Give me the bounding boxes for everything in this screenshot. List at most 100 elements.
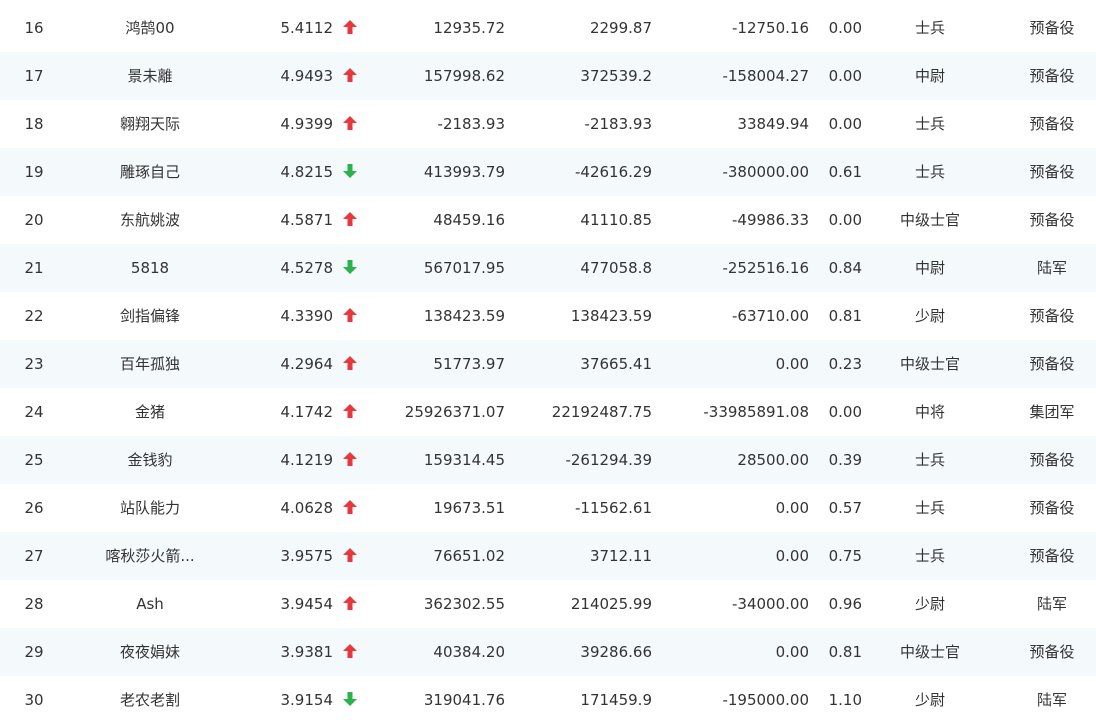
value-3-cell: -12750.16 [732,19,809,37]
rank-cell: 20 [24,211,44,229]
arrow-up-icon [341,100,359,148]
score-cell: 3.9381 [280,643,334,661]
user-name-cell: 金猪 [134,403,165,421]
military-rank-cell: 士兵 [914,547,945,565]
rank-cell: 22 [24,307,44,325]
value-1-cell: 413993.79 [423,163,505,181]
table-row[interactable]: 18 翱翔天际 4.9399 -2183.93 -2183.93 33849.94 0.00… [0,100,1096,148]
table-row[interactable]: 24 金猪 4.1742 25926371.07 22192487.75 -3398589… [0,388,1096,436]
table-row[interactable]: 22 剑指偏锋 4.3390 138423.59 138423.59 -63710.00 0… [0,292,1096,340]
value-2-cell: -42616.29 [575,163,652,181]
unit-cell: 预备役 [1029,211,1075,229]
ratio-cell: 0.00 [828,67,862,85]
ratio-cell: 0.81 [828,643,862,661]
arrow-up-icon [341,52,359,100]
table-row[interactable]: 23 百年孤独 4.2964 51773.97 37665.41 0.00 0.23 中级士官… [0,340,1096,388]
value-1-cell: 159314.45 [423,451,505,469]
arrow-up-icon [341,292,359,340]
table-row[interactable]: 28 Ash 3.9454 362302.55 214025.99 -34000.00 0.… [0,580,1096,628]
score-cell: 4.5278 [280,259,334,277]
user-name-cell: 老农老割 [119,691,180,709]
table-row[interactable]: 21 5818 4.5278 567017.95 477058.8 -252516.16 0… [0,244,1096,292]
unit-cell: 预备役 [1029,643,1075,661]
score-cell: 4.9493 [280,67,334,85]
unit-cell: 陆军 [1036,259,1067,277]
table-row[interactable]: 29 夜夜娟妹 3.9381 40384.20 39286.66 0.00 0.81 中级士官… [0,628,1096,676]
military-rank-cell: 中级士官 [899,643,960,661]
arrow-up-icon [341,388,359,436]
table-row[interactable]: 16 鸿鹄00 5.4112 12935.72 2299.87 -12750.16 0.00… [0,4,1096,52]
arrow-up-icon [341,436,359,484]
value-3-cell: 0.00 [775,499,809,517]
rank-cell: 25 [24,451,44,469]
arrow-up-icon [341,340,359,388]
military-rank-cell: 士兵 [914,163,945,181]
arrow-up-icon [341,196,359,244]
user-name-cell: 站队能力 [119,499,180,517]
score-cell: 4.9399 [280,115,334,133]
value-3-cell: 0.00 [775,643,809,661]
ratio-cell: 0.75 [828,547,862,565]
ratio-cell: 0.00 [828,115,862,133]
table-row[interactable]: 26 站队能力 4.0628 19673.51 -11562.61 0.00 0.57 士兵 预… [0,484,1096,532]
value-1-cell: 25926371.07 [404,403,505,421]
value-2-cell: 2299.87 [589,19,652,37]
value-1-cell: 51773.97 [433,355,505,373]
ratio-cell: 0.00 [828,403,862,421]
user-name-cell: 喀秋莎火箭... [105,547,195,565]
rank-cell: 23 [24,355,44,373]
military-rank-cell: 少尉 [914,307,945,325]
score-cell: 4.8215 [280,163,334,181]
value-2-cell: 39286.66 [580,643,652,661]
value-3-cell: -33985891.08 [703,403,809,421]
military-rank-cell: 士兵 [914,19,945,37]
unit-cell: 预备役 [1029,451,1075,469]
ratio-cell: 0.84 [828,259,862,277]
score-cell: 3.9575 [280,547,334,565]
value-1-cell: 157998.62 [423,67,505,85]
rank-cell: 19 [24,163,44,181]
value-2-cell: 138423.59 [570,307,652,325]
ratio-cell: 0.61 [828,163,862,181]
arrow-up-icon [341,484,359,532]
ratio-cell: 0.39 [828,451,862,469]
score-cell: 4.1219 [280,451,334,469]
score-cell: 3.9454 [280,595,334,613]
table-row[interactable]: 30 老农老割 3.9154 319041.76 171459.9 -195000.00 1… [0,676,1096,720]
military-rank-cell: 少尉 [914,595,945,613]
arrow-up-icon [341,532,359,580]
value-2-cell: 477058.8 [580,259,652,277]
user-name-cell: Ash [136,595,164,613]
value-3-cell: -63710.00 [732,307,809,325]
rank-cell: 24 [24,403,44,421]
rank-cell: 16 [24,19,44,37]
table-row[interactable]: 19 雕琢自己 4.8215 413993.79 -42616.29 -380000.00… [0,148,1096,196]
arrow-down-icon [341,244,359,292]
ratio-cell: 1.10 [828,691,862,709]
ratio-cell: 0.00 [828,211,862,229]
value-3-cell: 33849.94 [737,115,809,133]
table-row[interactable]: 25 金钱豹 4.1219 159314.45 -261294.39 28500.00 0.… [0,436,1096,484]
value-1-cell: 12935.72 [433,19,505,37]
value-1-cell: 138423.59 [423,307,505,325]
arrow-up-icon [341,4,359,52]
value-3-cell: -252516.16 [722,259,809,277]
table-row[interactable]: 20 东航姚波 4.5871 48459.16 41110.85 -49986.33 0.0… [0,196,1096,244]
military-rank-cell: 士兵 [914,499,945,517]
value-2-cell: 171459.9 [580,691,652,709]
rank-cell: 28 [24,595,44,613]
user-name-cell: 雕琢自己 [119,163,180,181]
unit-cell: 预备役 [1029,499,1075,517]
user-name-cell: 5818 [130,259,170,277]
table-row[interactable]: 27 喀秋莎火箭... 3.9575 76651.02 3712.11 0.00 0.75 士… [0,532,1096,580]
value-1-cell: 567017.95 [423,259,505,277]
table-row[interactable]: 17 景未離 4.9493 157998.62 372539.2 -158004.27 0.… [0,52,1096,100]
score-cell: 4.3390 [280,307,334,325]
arrow-down-icon [341,676,359,720]
user-name-cell: 翱翔天际 [119,115,180,133]
value-2-cell: -11562.61 [575,499,652,517]
score-cell: 5.4112 [280,19,334,37]
user-name-cell: 剑指偏锋 [119,307,180,325]
value-1-cell: 319041.76 [423,691,505,709]
ratio-cell: 0.23 [828,355,862,373]
